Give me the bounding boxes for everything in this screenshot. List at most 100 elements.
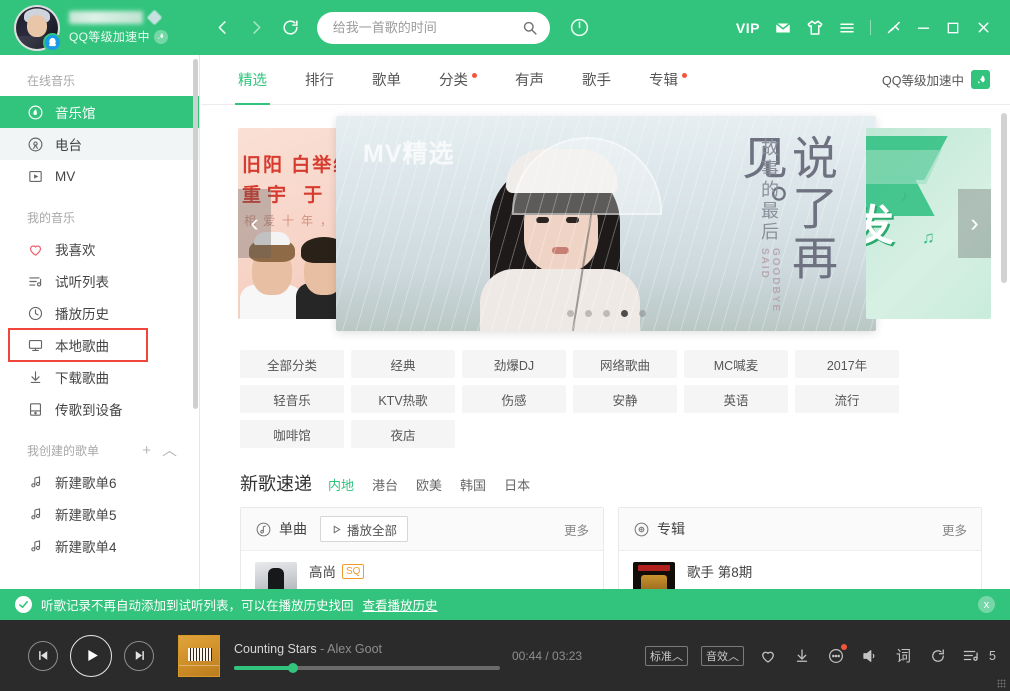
sidebar-section-online: 在线音乐 xyxy=(0,55,199,96)
sidebar-item-radio[interactable]: 电台 xyxy=(0,128,199,160)
add-playlist-icon[interactable]: + xyxy=(142,443,151,458)
carousel-dot[interactable] xyxy=(567,310,574,317)
search-input[interactable] xyxy=(333,20,521,35)
tab-zhuanji[interactable]: 专辑 xyxy=(630,55,706,105)
vip-button[interactable]: VIP xyxy=(729,11,767,45)
sidebar-item-music-hall[interactable]: 音乐馆 xyxy=(0,96,199,128)
playback-time: 00:44 / 03:23 xyxy=(512,649,582,663)
sidebar-item-trial-list[interactable]: 试听列表 xyxy=(0,265,199,297)
tab-gedan[interactable]: 歌单 xyxy=(353,55,420,105)
next-track-icon[interactable] xyxy=(124,641,154,671)
more-link[interactable]: 更多 xyxy=(942,520,967,539)
region-tab-korea[interactable]: 韩国 xyxy=(460,475,486,494)
region-tab-western[interactable]: 欧美 xyxy=(416,475,442,494)
user-name-row[interactable] xyxy=(69,10,168,24)
now-playing-cover[interactable] xyxy=(178,635,220,677)
music-note-icon xyxy=(27,474,44,491)
category-chip[interactable]: 英语 xyxy=(684,385,788,413)
playlist-queue-icon[interactable] xyxy=(961,645,982,666)
sidebar-item-downloads[interactable]: 下载歌曲 xyxy=(0,361,199,393)
progress-knob[interactable] xyxy=(288,663,298,673)
carousel-dot[interactable] xyxy=(639,310,646,317)
tab-fenlei[interactable]: 分类 xyxy=(420,55,496,105)
category-chip[interactable]: 网络歌曲 xyxy=(573,350,677,378)
repeat-mode-icon[interactable] xyxy=(927,645,948,666)
download-icon[interactable] xyxy=(791,645,812,666)
power-icon[interactable] xyxy=(566,14,594,42)
carousel-next-arrow[interactable]: › xyxy=(958,189,991,258)
volume-icon[interactable] xyxy=(859,645,880,666)
tab-yousheng[interactable]: 有声 xyxy=(496,55,563,105)
progress-bar[interactable] xyxy=(234,666,500,670)
region-tab-japan[interactable]: 日本 xyxy=(504,475,530,494)
sidebar-playlist-item[interactable]: 新建歌单6 xyxy=(0,466,199,498)
sidebar-item-transfer-device[interactable]: 传歌到设备 xyxy=(0,393,199,425)
mail-icon[interactable] xyxy=(767,11,799,45)
carousel-prev-arrow[interactable]: ‹ xyxy=(238,189,271,258)
sidebar-item-mv[interactable]: MV xyxy=(0,160,199,192)
category-chip[interactable]: 经典 xyxy=(351,350,455,378)
back-arrow-icon[interactable] xyxy=(208,13,238,43)
previous-track-icon[interactable] xyxy=(28,641,58,671)
tab-geshou[interactable]: 歌手 xyxy=(563,55,630,105)
region-tab-hk-tw[interactable]: 港台 xyxy=(372,475,398,494)
sidebar-playlist-item[interactable]: 新建歌单4 xyxy=(0,530,199,562)
category-chip[interactable]: 全部分类 xyxy=(240,350,344,378)
category-chip[interactable]: 咖啡馆 xyxy=(240,420,344,448)
mini-mode-icon[interactable] xyxy=(878,11,908,45)
category-chip[interactable]: 伤感 xyxy=(462,385,566,413)
view-history-link[interactable]: 查看播放历史 xyxy=(363,595,438,614)
sidebar-item-local-songs[interactable]: 本地歌曲 xyxy=(0,329,199,361)
play-button-icon[interactable] xyxy=(70,635,112,677)
user-level-row[interactable]: QQ等级加速中 xyxy=(69,28,168,45)
forward-arrow-icon[interactable] xyxy=(242,13,272,43)
search-icon[interactable] xyxy=(521,19,538,36)
hamburger-menu-icon[interactable] xyxy=(831,11,863,45)
category-chip[interactable]: KTV热歌 xyxy=(351,385,455,413)
tab-jingxuan[interactable]: 精选 xyxy=(219,55,286,105)
sound-effects-selector[interactable]: 音效︿ xyxy=(701,646,744,666)
category-chip[interactable]: 劲爆DJ xyxy=(462,350,566,378)
toast-message: 听歌记录不再自动添加到试听列表，可以在播放历史找回 xyxy=(41,595,354,614)
resize-grip[interactable] xyxy=(997,679,1006,688)
carousel-dot[interactable] xyxy=(603,310,610,317)
tab-label: 分类 xyxy=(439,69,468,90)
close-icon[interactable] xyxy=(968,11,998,45)
maximize-icon[interactable] xyxy=(938,11,968,45)
heart-icon[interactable] xyxy=(757,645,778,666)
sidebar-item-history[interactable]: 播放历史 xyxy=(0,297,199,329)
skin-shirt-icon[interactable] xyxy=(799,11,831,45)
play-all-button[interactable]: 播放全部 xyxy=(320,516,408,542)
minimize-icon[interactable] xyxy=(908,11,938,45)
level-boost-button[interactable]: QQ等级加速中 xyxy=(882,70,1010,89)
category-chip[interactable]: MC喊麦 xyxy=(684,350,788,378)
category-chip[interactable]: 夜店 xyxy=(351,420,455,448)
refresh-icon[interactable] xyxy=(276,13,306,43)
carousel-dot[interactable] xyxy=(585,310,592,317)
carousel-slide-active[interactable]: MV精选 说了再见。 故事的最后 GOODBYE SAID xyxy=(336,116,876,331)
more-options-icon[interactable] xyxy=(825,645,846,666)
sidebar-scrollbar[interactable] xyxy=(193,59,198,409)
category-chip[interactable]: 2017年 xyxy=(795,350,899,378)
category-chip[interactable]: 安静 xyxy=(573,385,677,413)
slide-title-sub: 故事的最后 xyxy=(758,138,780,243)
tab-paihang[interactable]: 排行 xyxy=(286,55,353,105)
close-icon[interactable]: x xyxy=(978,596,995,613)
music-note-icon xyxy=(27,538,44,555)
sidebar-playlist-label: 新建歌单6 xyxy=(55,472,117,492)
category-chip[interactable]: 轻音乐 xyxy=(240,385,344,413)
quality-selector[interactable]: 标准︿ xyxy=(645,646,688,666)
search-bar[interactable] xyxy=(317,12,550,44)
carousel-dot-active[interactable] xyxy=(621,310,628,317)
sidebar-item-label: 我喜欢 xyxy=(55,239,96,259)
avatar-face xyxy=(27,15,47,37)
avatar[interactable] xyxy=(14,5,60,51)
category-chip[interactable]: 流行 xyxy=(795,385,899,413)
more-link[interactable]: 更多 xyxy=(564,520,589,539)
collapse-playlists-icon[interactable]: ︿ xyxy=(162,443,177,458)
sidebar-playlist-item[interactable]: 新建歌单5 xyxy=(0,498,199,530)
region-tab-mainland[interactable]: 内地 xyxy=(328,475,354,494)
sidebar-item-favorites[interactable]: 我喜欢 xyxy=(0,233,199,265)
main-scrollbar[interactable] xyxy=(1001,113,1007,283)
lyrics-icon[interactable]: 词 xyxy=(893,645,914,666)
